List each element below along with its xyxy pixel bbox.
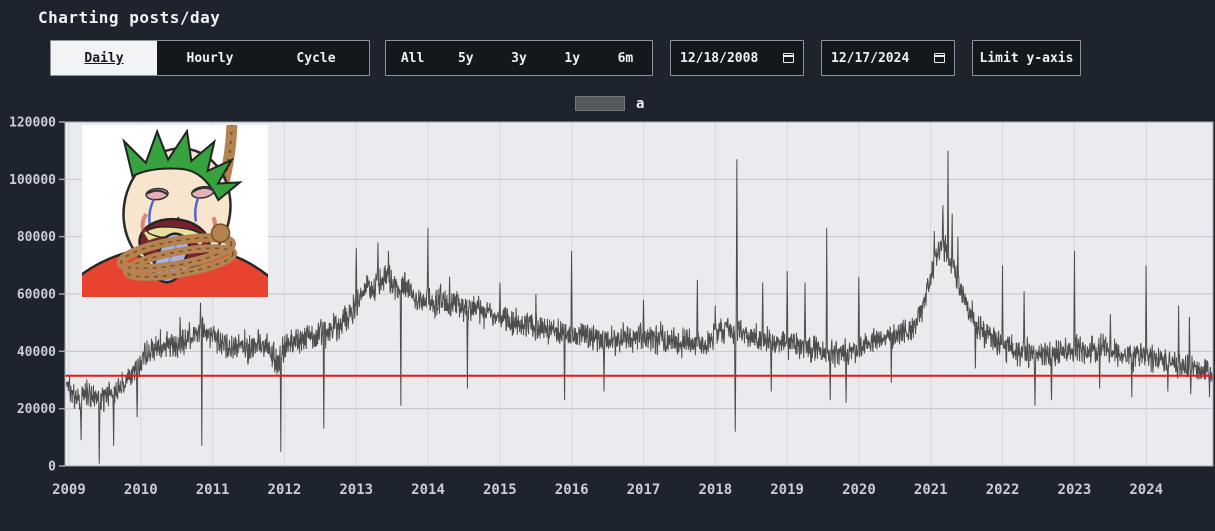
hanged-wojak-meme-image — [82, 125, 268, 297]
svg-text:2019: 2019 — [770, 482, 804, 498]
svg-text:80000: 80000 — [17, 230, 56, 245]
svg-text:2023: 2023 — [1058, 482, 1092, 498]
start-date-input[interactable]: 12/18/2008 — [670, 40, 804, 76]
svg-text:100000: 100000 — [9, 173, 56, 188]
tab-daily[interactable]: Daily — [51, 41, 157, 75]
svg-text:2014: 2014 — [411, 482, 445, 498]
view-mode-button-group: Daily Hourly Cycle — [50, 40, 370, 76]
svg-text:60000: 60000 — [17, 288, 56, 303]
svg-text:2011: 2011 — [196, 482, 230, 498]
tab-cycle[interactable]: Cycle — [263, 41, 369, 75]
calendar-icon[interactable] — [934, 53, 945, 63]
svg-text:2018: 2018 — [698, 482, 732, 498]
page-title: Charting posts/day — [38, 8, 221, 27]
svg-text:2024: 2024 — [1129, 482, 1163, 498]
svg-text:2016: 2016 — [555, 482, 589, 498]
svg-text:2012: 2012 — [268, 482, 302, 498]
limit-y-axis-button[interactable]: Limit y-axis — [972, 40, 1081, 76]
svg-text:2020: 2020 — [842, 482, 876, 498]
charting-page: { "page": { "title": "Charting posts/day… — [0, 0, 1215, 531]
svg-text:40000: 40000 — [17, 345, 56, 360]
svg-text:0: 0 — [48, 460, 56, 475]
calendar-icon[interactable] — [783, 53, 794, 63]
svg-text:20000: 20000 — [17, 402, 56, 417]
svg-text:2015: 2015 — [483, 482, 517, 498]
svg-text:2017: 2017 — [627, 482, 661, 498]
svg-text:2022: 2022 — [986, 482, 1020, 498]
range-6m-button[interactable]: 6m — [599, 41, 652, 75]
range-3y-button[interactable]: 3y — [492, 41, 545, 75]
time-range-button-group: All 5y 3y 1y 6m — [385, 40, 653, 76]
svg-text:2010: 2010 — [124, 482, 158, 498]
legend-swatch — [575, 96, 625, 111]
svg-text:2009: 2009 — [52, 482, 86, 498]
range-1y-button[interactable]: 1y — [546, 41, 599, 75]
start-date-value: 12/18/2008 — [680, 50, 759, 66]
svg-text:120000: 120000 — [9, 116, 56, 131]
tab-hourly[interactable]: Hourly — [157, 41, 263, 75]
range-5y-button[interactable]: 5y — [439, 41, 492, 75]
end-date-value: 12/17/2024 — [831, 50, 910, 66]
svg-text:2021: 2021 — [914, 482, 948, 498]
svg-text:2013: 2013 — [339, 482, 373, 498]
end-date-input[interactable]: 12/17/2024 — [821, 40, 955, 76]
range-all-button[interactable]: All — [386, 41, 439, 75]
